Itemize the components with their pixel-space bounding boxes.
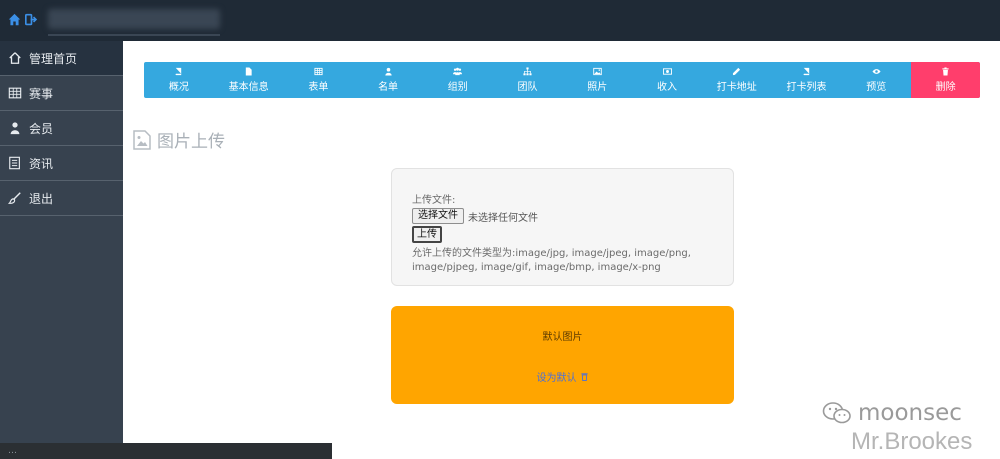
sidebar-item-label: 赛事 xyxy=(29,86,54,101)
watermark-line2: Mr.Brookes xyxy=(851,428,973,455)
tab-label: 概况 xyxy=(168,82,189,93)
status-text: … xyxy=(8,446,17,456)
sidebar-item-label: 退出 xyxy=(29,191,54,206)
image-file-icon xyxy=(133,129,151,150)
book-icon xyxy=(803,67,810,76)
sitemap-icon xyxy=(523,67,532,76)
watermark-line1: moonsec xyxy=(858,400,962,426)
status-bar: … xyxy=(0,443,332,459)
tab-overview[interactable]: 概况 xyxy=(144,62,214,98)
allowed-types-text: 允许上传的文件类型为:image/jpg, image/jpeg, image/… xyxy=(412,247,713,275)
brand-logo-blurred xyxy=(48,9,220,29)
tab-preview[interactable]: 预览 xyxy=(841,62,911,98)
wechat-icon xyxy=(822,402,851,424)
table-icon xyxy=(314,67,323,76)
delete-button[interactable]: 删除 xyxy=(911,62,981,98)
page-title: 图片上传 xyxy=(133,127,225,152)
set-default-text: 设为默认 xyxy=(536,373,577,384)
file-icon xyxy=(245,67,252,76)
sidebar-item-home[interactable]: 管理首页 xyxy=(0,41,123,76)
tab-form[interactable]: 表单 xyxy=(283,62,353,98)
allowed-types-line: 允许上传的文件类型为:image/jpg, image/jpeg, image/… xyxy=(412,248,691,259)
top-bar xyxy=(0,0,1000,41)
tab-photos[interactable]: 照片 xyxy=(562,62,632,98)
tab-basic-info[interactable]: 基本信息 xyxy=(214,62,284,98)
trash-icon xyxy=(942,67,949,76)
set-default-link[interactable]: 设为默认 xyxy=(391,369,734,384)
no-file-text: 未选择任何文件 xyxy=(468,212,538,224)
tab-label: 收入 xyxy=(657,82,677,93)
tab-label: 表单 xyxy=(308,82,329,93)
tab-label: 打卡列表 xyxy=(786,82,827,93)
trash-icon xyxy=(580,373,588,381)
choose-file-button[interactable]: 选择文件 xyxy=(412,208,464,224)
delete-label: 删除 xyxy=(935,82,956,93)
event-toolbar: 概况 基本信息 表单 名单 组别 团队 照片 收入 打卡地址 打卡列表 预览 删… xyxy=(144,62,981,98)
tab-groups[interactable]: 组别 xyxy=(423,62,493,98)
eye-icon xyxy=(872,69,881,74)
home-icon xyxy=(9,52,21,64)
tab-roster[interactable]: 名单 xyxy=(353,62,423,98)
upload-button[interactable]: 上传 xyxy=(412,226,442,243)
tab-label: 名单 xyxy=(378,82,399,93)
sidebar-item-events[interactable]: 赛事 xyxy=(0,76,123,111)
book-icon xyxy=(175,67,182,76)
sign-out-icon[interactable] xyxy=(25,13,38,26)
pencil-icon xyxy=(733,67,741,76)
tab-label: 预览 xyxy=(866,82,887,93)
news-icon xyxy=(9,156,20,170)
default-image-card: 默认图片 设为默认 xyxy=(391,306,734,404)
sidebar: 管理首页 赛事 会员 资讯 退出 xyxy=(0,41,123,459)
table-icon xyxy=(8,87,22,99)
user-icon xyxy=(10,122,20,135)
tab-label: 打卡地址 xyxy=(716,82,757,93)
default-image-label: 默认图片 xyxy=(542,332,583,343)
file-chooser-row: 选择文件 未选择任何文件 xyxy=(412,208,713,224)
upload-label: 上传文件: xyxy=(412,195,456,206)
tab-label: 团队 xyxy=(517,82,538,93)
tab-teams[interactable]: 团队 xyxy=(493,62,563,98)
sidebar-item-logout[interactable]: 退出 xyxy=(0,181,123,216)
users-icon xyxy=(453,67,463,76)
user-icon xyxy=(384,67,392,76)
tab-label: 照片 xyxy=(587,82,608,93)
tab-checkin-list[interactable]: 打卡列表 xyxy=(772,62,842,98)
brush-icon xyxy=(8,192,21,204)
sidebar-item-label: 管理首页 xyxy=(29,51,78,66)
tab-label: 组别 xyxy=(447,82,468,93)
upload-button-row: 上传 xyxy=(412,226,713,243)
sidebar-item-news[interactable]: 资讯 xyxy=(0,146,123,181)
sidebar-item-members[interactable]: 会员 xyxy=(0,111,123,146)
home-icon[interactable] xyxy=(8,13,21,26)
tab-income[interactable]: 收入 xyxy=(632,62,702,98)
page-title-text: 图片上传 xyxy=(157,132,225,152)
money-icon xyxy=(662,68,672,75)
top-bar-icons xyxy=(8,13,38,26)
tab-checkin-address[interactable]: 打卡地址 xyxy=(702,62,772,98)
brand-underline xyxy=(48,34,220,36)
sidebar-item-label: 资讯 xyxy=(29,156,54,171)
tab-label: 基本信息 xyxy=(228,82,269,93)
sidebar-item-label: 会员 xyxy=(29,121,54,136)
watermark: moonsec xyxy=(822,400,962,426)
image-icon xyxy=(593,67,602,76)
allowed-types-line: image/pjpeg, image/gif, image/bmp, image… xyxy=(412,262,661,273)
upload-panel: 上传文件: 选择文件 未选择任何文件 上传 允许上传的文件类型为:image/j… xyxy=(391,168,734,286)
